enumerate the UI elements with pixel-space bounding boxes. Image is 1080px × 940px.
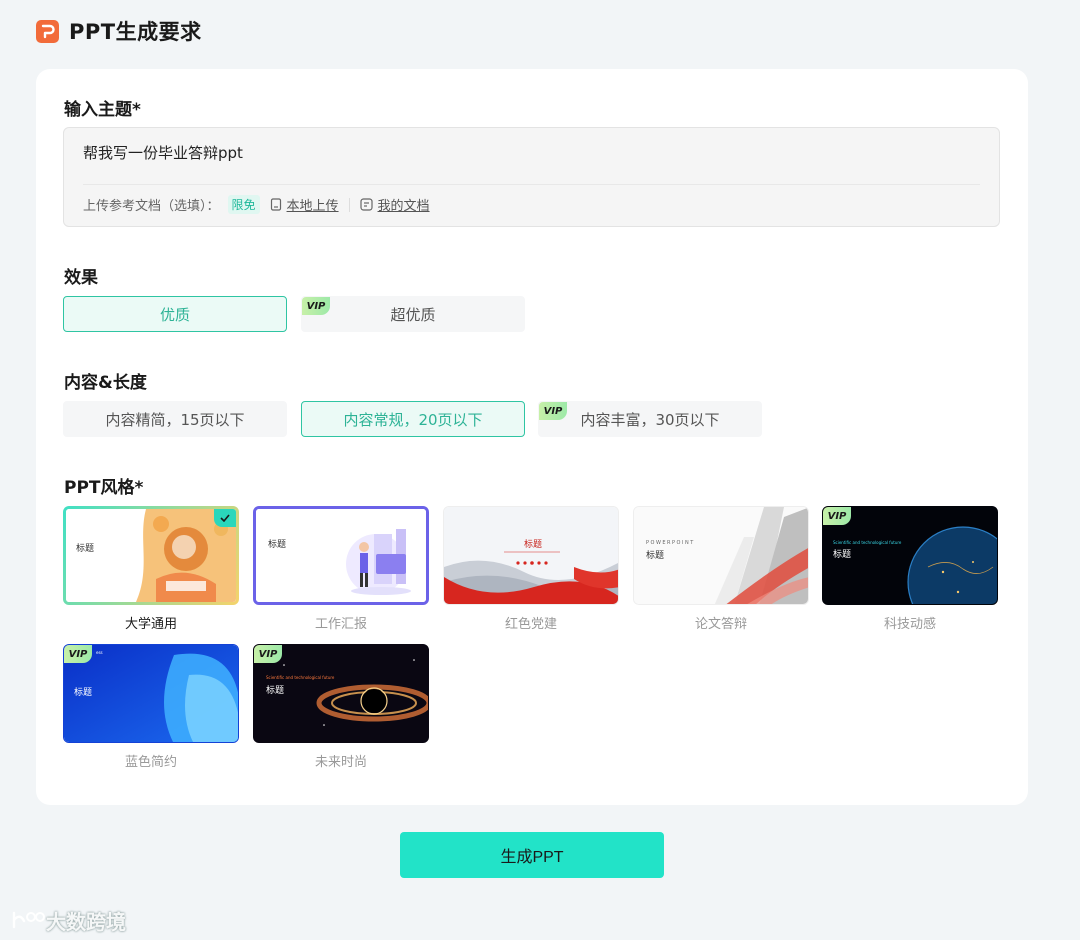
vip-badge: VIP	[539, 402, 567, 420]
style-label: 工作汇报	[314, 617, 367, 632]
thumb-subtitle: Scientific and technological future	[266, 675, 335, 680]
vip-badge: VIP	[64, 645, 92, 663]
upload-reference-label: 上传参考文档（选填）：	[83, 199, 220, 214]
style-option-university[interactable]: 标题 大学通用	[63, 506, 239, 632]
thumb-title: 标题	[646, 551, 665, 561]
style-option-blue-simple[interactable]: VIP ess 标题 蓝色简约	[63, 644, 239, 770]
generate-ppt-button[interactable]: 生成PPT	[400, 832, 664, 878]
style-label: 论文答辩	[694, 617, 747, 632]
length-option-label: 内容常规，20页以下	[343, 410, 483, 429]
style-thumbnail: 标题	[253, 506, 429, 605]
style-label: 科技动感	[883, 617, 936, 632]
local-upload-link[interactable]: 本地上传	[270, 195, 339, 214]
style-option-work-report[interactable]: 标题 工作汇报	[253, 506, 429, 632]
effect-option-label: 超优质	[390, 305, 436, 324]
vip-badge: VIP	[302, 297, 330, 315]
thumb-subtitle: ess	[96, 650, 103, 655]
length-option-label: 内容丰富，30页以下	[580, 410, 720, 429]
illustration-red-ribbon	[444, 507, 618, 604]
style-thumbnail: 标题	[63, 506, 239, 605]
thumb-title: 标题	[76, 544, 95, 554]
topic-input[interactable]: 帮我写一份毕业答辩ppt	[83, 142, 243, 163]
style-label: 蓝色简约	[124, 755, 177, 770]
effect-option-super-quality[interactable]: VIP 超优质	[301, 296, 525, 332]
my-docs-label: 我的文档	[377, 199, 430, 214]
watermark: 大数跨境	[10, 906, 126, 935]
app-logo-icon	[36, 19, 59, 43]
length-option-rich[interactable]: VIP 内容丰富，30页以下	[538, 401, 762, 437]
vip-badge: VIP	[823, 507, 851, 525]
length-option-concise[interactable]: 内容精简，15页以下	[63, 401, 287, 437]
watermark-text: 大数跨境	[46, 910, 126, 934]
style-option-tech-dynamic[interactable]: VIP Scientific and technological future …	[822, 506, 998, 632]
free-badge: 限免	[227, 195, 260, 214]
style-thumbnail: VIP Scientific and technological future …	[253, 644, 429, 743]
thumb-title: 标题	[524, 540, 543, 550]
page-header: PPT生成要求	[36, 16, 202, 46]
style-option-thesis-defense[interactable]: POWERPOINT 标题 论文答辩	[633, 506, 809, 632]
local-upload-label: 本地上传	[286, 199, 339, 214]
style-thumbnail: 标题	[443, 506, 619, 605]
style-thumbnail: VIP Scientific and technological future …	[822, 506, 998, 605]
document-icon	[359, 198, 373, 211]
thumb-subtitle: Scientific and technological future	[833, 540, 902, 545]
style-label: 未来时尚	[314, 755, 367, 770]
upload-reference-row: 上传参考文档（选填）： 限免 本地上传 我的文档	[83, 195, 430, 214]
file-upload-icon	[270, 198, 281, 211]
thumb-subtitle: POWERPOINT	[646, 540, 695, 546]
watermark-logo-icon	[12, 911, 45, 928]
style-section-title: PPT风格*	[64, 478, 144, 498]
illustration-presentation	[256, 509, 426, 602]
selected-check-icon	[214, 509, 236, 527]
length-option-regular[interactable]: 内容常规，20页以下	[301, 401, 525, 437]
effect-option-quality[interactable]: 优质	[63, 296, 287, 332]
topic-divider	[83, 184, 980, 185]
length-section-title: 内容&长度	[64, 373, 147, 393]
thumb-title: 标题	[266, 686, 285, 696]
style-thumbnail: POWERPOINT 标题	[633, 506, 809, 605]
thumb-title: 标题	[74, 688, 93, 698]
my-docs-link[interactable]: 我的文档	[359, 195, 430, 214]
style-label: 大学通用	[124, 617, 177, 632]
topic-input-box[interactable]: 帮我写一份毕业答辩ppt 上传参考文档（选填）： 限免 本地上传 我的文档	[63, 127, 1000, 227]
style-option-red-party[interactable]: 标题 红色党建	[443, 506, 619, 632]
link-separator	[348, 197, 350, 212]
style-label: 红色党建	[504, 617, 557, 632]
page-title: PPT生成要求	[69, 20, 202, 44]
effect-option-label: 优质	[159, 305, 190, 324]
vip-badge: VIP	[254, 645, 282, 663]
illustration-reading-girl	[66, 509, 236, 602]
thumb-title: 标题	[268, 540, 287, 550]
style-option-future-fashion[interactable]: VIP Scientific and technological future …	[253, 644, 429, 770]
style-thumbnail: VIP ess 标题	[63, 644, 239, 743]
length-option-label: 内容精简，15页以下	[105, 410, 245, 429]
topic-section-title: 输入主题*	[64, 100, 141, 120]
thumb-title: 标题	[833, 550, 852, 560]
settings-card: 输入主题* 帮我写一份毕业答辩ppt 上传参考文档（选填）： 限免 本地上传 我…	[36, 69, 1028, 805]
effect-section-title: 效果	[64, 268, 98, 288]
